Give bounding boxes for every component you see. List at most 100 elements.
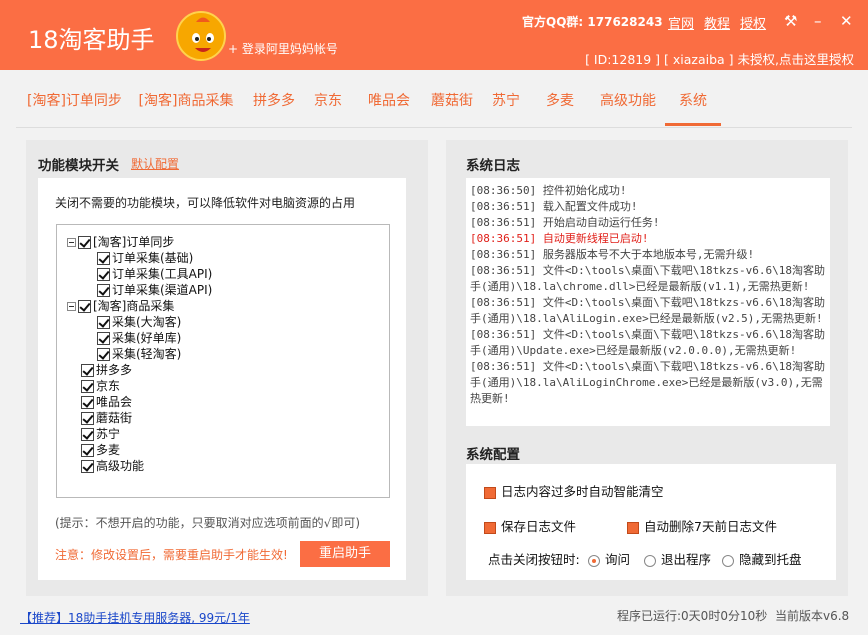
tree-item-label: 订单采集(基础) <box>112 251 194 265</box>
default-config-link[interactable]: 默认配置 <box>131 155 179 172</box>
tree-item-label: 蘑菇街 <box>96 411 133 425</box>
checkbox-icon[interactable] <box>97 268 110 281</box>
tutorial-link[interactable]: 教程 <box>704 13 730 32</box>
tab-advanced[interactable]: 高级功能 <box>598 82 658 126</box>
tab-taoke-product-collect[interactable]: [淘客]商品采集 <box>138 82 234 126</box>
tab-duomai[interactable]: 多麦 <box>544 82 576 126</box>
checkbox-icon[interactable] <box>78 236 91 249</box>
radio-label: 隐藏到托盘 <box>739 552 802 567</box>
qq-group-label: 官方QQ群: <box>522 15 584 29</box>
checkbox-icon[interactable] <box>97 284 110 297</box>
auto-delete-option[interactable]: 自动删除7天前日志文件 <box>627 516 777 535</box>
radio-label: 询问 <box>605 552 631 567</box>
tab-bar: [淘客]订单同步 [淘客]商品采集 拼多多 京东 唯品会 蘑菇街 苏宁 多麦 高… <box>16 82 852 128</box>
log-line: [08:36:51] 文件<D:\tools\桌面\下载吧\18tkzs-v6.… <box>470 264 826 277</box>
collapse-icon[interactable] <box>67 302 76 311</box>
log-line: [08:36:51] 文件<D:\tools\桌面\下载吧\18tkzs-v6.… <box>470 296 826 309</box>
checkbox-icon[interactable] <box>97 332 110 345</box>
tree-item-label: 唯品会 <box>96 395 133 409</box>
sysconfig-title: 系统配置 <box>466 447 520 463</box>
tree-item-mogujie[interactable]: 蘑菇街 <box>81 410 132 426</box>
close-action-label: 点击关闭按钮时: <box>488 552 580 567</box>
checkbox-icon[interactable] <box>81 444 94 457</box>
tab-vipshop[interactable]: 唯品会 <box>366 82 412 126</box>
radio-label: 退出程序 <box>661 552 712 567</box>
tree-item-taoke-order-sync[interactable]: [淘客]订单同步 <box>67 234 174 250</box>
log-line-error: [08:36:51] 自动更新线程已启动! <box>470 232 649 245</box>
tree-item-label: 订单采集(渠道API) <box>112 283 213 297</box>
close-option-ask[interactable]: 询问 <box>588 549 630 568</box>
auto-delete-label: 自动删除7天前日志文件 <box>644 519 777 534</box>
tab-suning[interactable]: 苏宁 <box>490 82 522 126</box>
tab-taoke-order-sync[interactable]: [淘客]订单同步 <box>27 82 122 126</box>
collapse-icon[interactable] <box>67 238 76 247</box>
tools-icon[interactable]: ⚒ <box>784 10 797 32</box>
user-auth-info[interactable]: [ ID:12819 ] [ xiazaiba ] 未授权,点击这里授权 <box>585 49 854 68</box>
tree-item-jd[interactable]: 京东 <box>81 378 120 394</box>
checkbox-icon[interactable] <box>97 348 110 361</box>
log-line: [08:36:51] 文件<D:\tools\桌面\下载吧\18tkzs-v6.… <box>470 360 826 373</box>
tab-pinduoduo[interactable]: 拼多多 <box>251 82 297 126</box>
tree-item-vipshop[interactable]: 唯品会 <box>81 394 132 410</box>
tree-item-collect-qingtaoke[interactable]: 采集(轻淘客) <box>97 346 181 362</box>
tree-item-duomai[interactable]: 多麦 <box>81 442 120 458</box>
log-line: [08:36:51] 服务器版本号不大于本地版本号,无需升级! <box>470 248 755 261</box>
checkbox-icon[interactable] <box>81 412 94 425</box>
qq-group: 官方QQ群: 177628243 <box>522 13 663 30</box>
authorize-link[interactable]: 授权 <box>740 13 766 32</box>
checkbox-icon[interactable] <box>78 300 91 313</box>
checkbox-icon[interactable] <box>81 396 94 409</box>
tree-item-collect-dataoke[interactable]: 采集(大淘客) <box>97 314 181 330</box>
checkbox-icon[interactable] <box>81 428 94 441</box>
log-line: 手(通用)\18.la\chrome.dll>已经是最新版(v1.1),无需热更… <box>470 280 810 293</box>
tree-item-label: 苏宁 <box>96 427 121 441</box>
tree-item-order-tool-api[interactable]: 订单采集(工具API) <box>97 266 212 282</box>
auto-clear-option[interactable]: 日志内容过多时自动智能清空 <box>484 481 664 500</box>
tree-item-label: 拼多多 <box>96 363 133 377</box>
version-label: 当前版本v6.8 <box>775 609 850 623</box>
checkbox-icon[interactable] <box>484 521 496 534</box>
tree-item-collect-haodanku[interactable]: 采集(好单库) <box>97 330 181 346</box>
log-line: [08:36:51] 开始启动自动运行任务! <box>470 216 660 229</box>
tree-item-order-channel-api[interactable]: 订单采集(渠道API) <box>97 282 212 298</box>
tree-item-taoke-product-collect[interactable]: [淘客]商品采集 <box>67 298 174 314</box>
save-log-option[interactable]: 保存日志文件 <box>484 516 576 535</box>
runtime-status: 程序已运行:0天0时0分10秒 <box>617 609 768 623</box>
checkbox-icon[interactable] <box>484 486 496 499</box>
checkbox-icon[interactable] <box>81 460 94 473</box>
tab-mogujie[interactable]: 蘑菇街 <box>429 82 475 126</box>
server-ad-link[interactable]: 【推荐】18助手挂机专用服务器, 99元/1年 <box>20 609 250 626</box>
modules-title: 功能模块开关 <box>38 158 119 174</box>
log-line: 手(通用)\Update.exe>已经是最新版(v2.0.0.0),无需热更新! <box>470 344 797 357</box>
tree-item-label: 采集(轻淘客) <box>112 347 182 361</box>
checkbox-icon[interactable] <box>97 252 110 265</box>
tab-jd[interactable]: 京东 <box>312 82 344 126</box>
tree-item-label: 订单采集(工具API) <box>112 267 213 281</box>
tree-item-advanced[interactable]: 高级功能 <box>81 458 144 474</box>
radio-icon[interactable] <box>722 554 734 567</box>
radio-icon[interactable] <box>644 554 656 567</box>
checkbox-icon[interactable] <box>627 521 639 534</box>
tree-item-suning[interactable]: 苏宁 <box>81 426 120 442</box>
window-controls: ⚒ – ✕ <box>782 10 858 32</box>
tab-system[interactable]: 系统 <box>665 82 721 126</box>
checkbox-icon[interactable] <box>97 316 110 329</box>
checkbox-icon[interactable] <box>81 380 94 393</box>
login-alimama-link[interactable]: + 登录阿里妈妈帐号 <box>228 40 338 57</box>
tree-item-pinduoduo[interactable]: 拼多多 <box>81 362 132 378</box>
official-site-link[interactable]: 官网 <box>668 13 694 32</box>
tree-item-order-basic[interactable]: 订单采集(基础) <box>97 250 193 266</box>
modules-description: 关闭不需要的功能模块，可以降低软件对电脑资源的占用 <box>55 196 356 210</box>
minimize-icon[interactable]: – <box>814 10 822 32</box>
syslog-title: 系统日志 <box>466 158 520 174</box>
radio-icon[interactable] <box>588 554 600 567</box>
close-option-tray[interactable]: 隐藏到托盘 <box>722 549 802 568</box>
checkbox-icon[interactable] <box>81 364 94 377</box>
tree-item-label: 采集(好单库) <box>112 331 182 345</box>
mascot-avatar-icon <box>176 11 226 61</box>
auto-clear-label: 日志内容过多时自动智能清空 <box>501 484 664 499</box>
restart-button[interactable]: 重启助手 <box>300 541 390 567</box>
tree-item-label: [淘客]订单同步 <box>93 235 175 249</box>
close-icon[interactable]: ✕ <box>840 10 853 32</box>
close-option-exit[interactable]: 退出程序 <box>644 549 711 568</box>
